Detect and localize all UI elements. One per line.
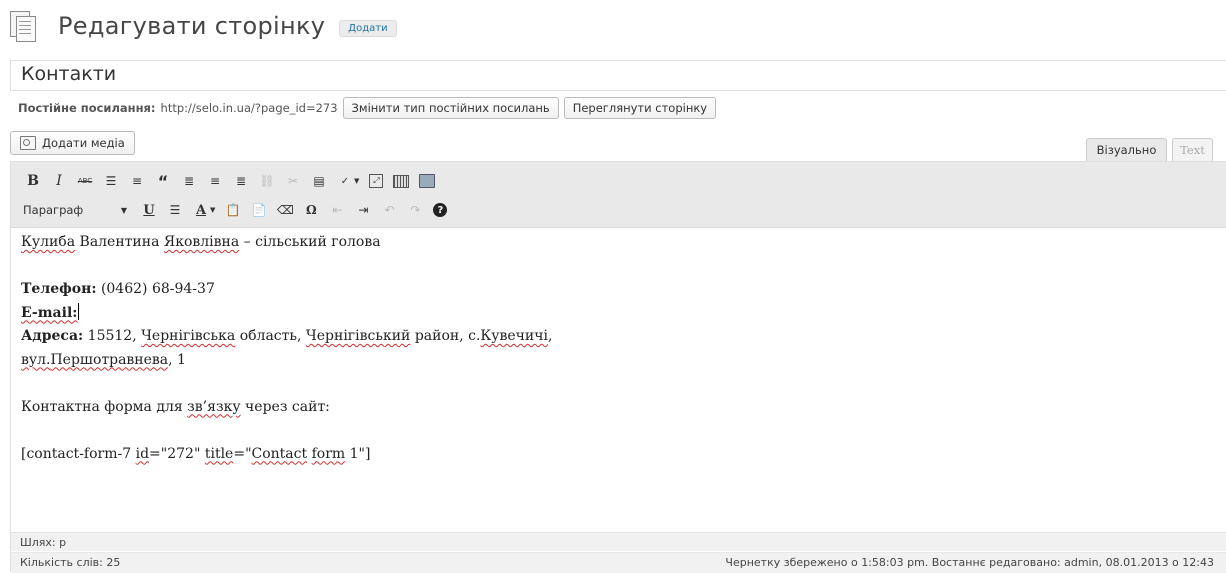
editor-status-bar: Кількість слів: 25 Чернетку збережено о …: [11, 552, 1226, 573]
link-icon[interactable]: ⛓: [259, 173, 275, 189]
form-heading-start: Контактна форма для: [21, 398, 183, 415]
underline-icon[interactable]: U: [141, 202, 157, 218]
editor: B I ABC ☰ ≡ “ ≣ ≡ ≣ ⛓ ✂ ▤ ✓ ▼ ⤢ Параграф…: [10, 161, 1226, 573]
permalink-bar: Постійне посилання: http://selo.in.ua/?p…: [18, 96, 717, 120]
align-right-icon[interactable]: ≣: [233, 173, 249, 189]
address-village: Кувечичі: [480, 328, 548, 344]
head-role: – сільський голова: [243, 234, 381, 250]
content-line-address: Адреса: 15512, Чернігівська область, Чер…: [21, 325, 552, 349]
shortcode-title-quote: =": [233, 445, 252, 462]
paste-word-icon[interactable]: 📄: [251, 202, 267, 218]
address-comma: ,: [547, 328, 553, 344]
strikethrough-icon[interactable]: ABC: [77, 173, 93, 189]
insert-image-icon[interactable]: [419, 174, 436, 188]
add-new-button[interactable]: Додати: [339, 19, 397, 37]
pages-icon: [10, 11, 36, 42]
text-color-dropdown-icon[interactable]: ▼: [210, 206, 215, 214]
shortcode-end: 1"]: [349, 445, 371, 462]
justify-icon[interactable]: ☰: [167, 202, 183, 218]
toolbar-row-2: Параграф ▼ U ☰ A ▼ 📋 📄 ⌫ Ω ⇤ ⇥ ↶ ↷ ?: [19, 198, 448, 222]
media-icon: [20, 136, 36, 150]
address-street-prefix: вул.: [21, 351, 51, 368]
add-media-button[interactable]: Додати медіа: [10, 131, 135, 155]
redo-icon[interactable]: ↷: [407, 202, 423, 218]
address-district: Чернігівський: [305, 328, 411, 344]
address-oblast-word: область,: [239, 328, 302, 344]
format-select-value: Параграф: [23, 203, 84, 217]
address-raion-word: район, с.: [414, 328, 481, 344]
shortcode-contact-word: Contact: [251, 445, 308, 462]
help-icon[interactable]: ?: [433, 203, 448, 217]
more-tag-icon[interactable]: ▤: [311, 173, 327, 189]
content-line-phone: Телефон: (0462) 68-94-37: [21, 278, 552, 302]
editor-toolbar: B I ABC ☰ ≡ “ ≣ ≡ ≣ ⛓ ✂ ▤ ✓ ▼ ⤢ Параграф…: [11, 162, 1226, 228]
italic-icon[interactable]: I: [51, 173, 67, 189]
address-zip: 15512,: [87, 328, 137, 344]
page-title: Редагувати сторінку: [58, 12, 326, 40]
spellcheck-dropdown-icon[interactable]: ▼: [354, 177, 359, 185]
head-first-name: Валентина: [79, 234, 160, 250]
tab-visual[interactable]: Візуально: [1086, 138, 1167, 161]
spellcheck-icon[interactable]: ✓: [337, 173, 353, 189]
chevron-down-icon: ▼: [120, 205, 127, 215]
text-cursor: [78, 302, 80, 320]
format-select[interactable]: Параграф ▼: [19, 200, 131, 220]
email-label: E-mail:: [21, 304, 78, 321]
head-patronymic: Яковлівна: [163, 234, 240, 250]
shortcode-title-attr: title: [204, 445, 234, 462]
clear-formatting-icon[interactable]: ⌫: [277, 202, 294, 218]
form-heading-word: зв’язку: [187, 398, 241, 415]
shortcode-start: [contact-form-7: [21, 445, 132, 462]
shortcode-form-word: form: [311, 445, 346, 462]
special-character-icon[interactable]: Ω: [303, 202, 319, 218]
numbered-list-icon[interactable]: ≡: [129, 173, 145, 189]
blockquote-icon[interactable]: “: [155, 172, 171, 191]
phone-label: Телефон:: [21, 281, 97, 297]
change-permalinks-button[interactable]: Змінити тип постійних посилань: [342, 97, 559, 119]
address-street: Першотравнева: [50, 351, 169, 368]
content-line-shortcode: [contact-form-7 id="272" title="Contact …: [21, 443, 552, 467]
permalink-label: Постійне посилання:: [18, 101, 156, 115]
post-title-input[interactable]: Контакти: [10, 60, 1226, 91]
bullet-list-icon[interactable]: ☰: [103, 173, 119, 189]
view-page-button[interactable]: Переглянути сторінку: [563, 97, 717, 119]
head-surname: Кулиба: [21, 234, 76, 250]
editor-path: Шлях: p: [11, 532, 1226, 551]
editor-content[interactable]: Кулиба Валентина Яковлівна – сільський г…: [21, 231, 552, 466]
toolbar-row-1: B I ABC ☰ ≡ “ ≣ ≡ ≣ ⛓ ✂ ▤ ✓ ▼ ⤢: [25, 170, 436, 192]
paste-text-icon[interactable]: 📋: [225, 202, 241, 218]
address-region: Чернігівська: [141, 328, 236, 344]
shortcode-id-value: ="272": [149, 445, 201, 462]
outdent-icon[interactable]: ⇤: [329, 202, 345, 218]
content-line-street: вул.Першотравнева, 1: [21, 349, 552, 373]
address-label: Адреса:: [21, 328, 84, 344]
phone-value: (0462) 68-94-37: [100, 281, 215, 297]
bold-icon[interactable]: B: [25, 173, 41, 189]
tab-text[interactable]: Text: [1172, 138, 1213, 161]
indent-icon[interactable]: ⇥: [355, 202, 371, 218]
fullscreen-icon[interactable]: ⤢: [369, 174, 384, 188]
align-center-icon[interactable]: ≡: [207, 173, 223, 189]
undo-icon[interactable]: ↶: [381, 202, 397, 218]
content-line-email: E-mail:: [21, 302, 552, 326]
address-house: , 1: [168, 351, 186, 368]
align-left-icon[interactable]: ≣: [181, 173, 197, 189]
form-heading-end: через сайт:: [245, 398, 330, 415]
add-media-label: Додати медіа: [42, 136, 125, 150]
draft-saved-status: Чернетку збережено о 1:58:03 pm. Востанн…: [725, 556, 1214, 569]
kitchen-sink-icon[interactable]: [393, 174, 410, 188]
permalink-url[interactable]: http://selo.in.ua/?page_id=273: [161, 101, 338, 115]
content-line-head: Кулиба Валентина Яковлівна – сільський г…: [21, 231, 552, 255]
page-header: Редагувати сторінку Додати: [10, 8, 397, 44]
unlink-icon[interactable]: ✂: [285, 173, 301, 189]
text-color-icon[interactable]: A: [193, 202, 209, 218]
word-count: Кількість слів: 25: [20, 556, 121, 569]
content-line-form-heading: Контактна форма для зв’язку через сайт:: [21, 396, 552, 420]
shortcode-id-attr: id: [135, 445, 150, 462]
